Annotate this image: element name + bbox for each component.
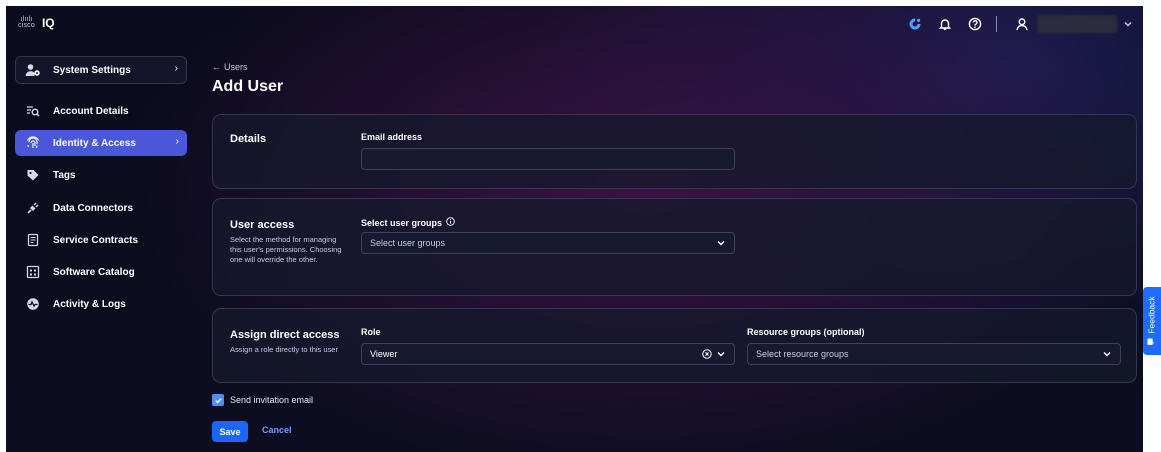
back-link-label: Users: [224, 62, 248, 72]
arrow-left-icon: ←: [212, 62, 221, 72]
feedback-label: Feedback: [1147, 296, 1157, 334]
sidebar-item-label: Identity & Access: [53, 137, 136, 149]
chevron-down-icon: [716, 238, 726, 250]
chevron-right-icon: ›: [175, 136, 179, 147]
divider: [996, 16, 997, 32]
user-groups-select[interactable]: Select user groups: [361, 232, 735, 254]
feedback-icon: [1147, 338, 1157, 346]
account-search-icon: [25, 103, 41, 119]
user-settings-icon: [25, 62, 41, 78]
help-icon[interactable]: [964, 13, 986, 35]
sidebar-item-data-connectors[interactable]: Data Connectors: [15, 195, 187, 221]
bell-icon[interactable]: [934, 13, 956, 35]
direct-access-card: Assign direct access Assign a role direc…: [212, 308, 1137, 383]
user-access-card: User access Select the method for managi…: [212, 198, 1137, 296]
contract-icon: [25, 232, 41, 248]
feedback-tab-content: Feedback: [1147, 296, 1157, 345]
tag-icon: [25, 167, 41, 183]
save-button[interactable]: Save: [212, 421, 248, 442]
chevron-right-icon: ›: [174, 63, 178, 74]
fingerprint-icon: [25, 135, 41, 151]
email-field[interactable]: [361, 148, 735, 170]
cancel-button[interactable]: Cancel: [262, 425, 292, 435]
clear-icon[interactable]: [702, 349, 712, 361]
top-bar-actions: [896, 13, 1143, 35]
sidebar-header-label: System Settings: [53, 64, 131, 76]
page-title: Add User: [212, 78, 284, 95]
cisco-logo: ılıılı cisco: [18, 16, 35, 29]
details-card: Details Email address: [212, 114, 1137, 189]
sidebar-item-label: Data Connectors: [53, 202, 134, 214]
sidebar-item-label: Activity & Logs: [53, 298, 126, 310]
resource-groups-label: Resource groups (optional): [747, 327, 865, 337]
top-bar: ılıılı cisco IQ: [6, 6, 1143, 40]
sidebar-item-identity-access[interactable]: Identity & Access ›: [15, 130, 187, 156]
resource-groups-select[interactable]: Select resource groups: [747, 343, 1121, 365]
send-invitation-label: Send invitation email: [230, 395, 314, 405]
direct-access-description: Assign a role directly to this user: [230, 345, 338, 354]
sidebar-item-label: Tags: [53, 169, 76, 181]
sidebar-item-label: Service Contracts: [53, 234, 139, 246]
sidebar-item-software-catalog[interactable]: Software Catalog: [15, 259, 187, 285]
app-window: ılıılı cisco IQ System Settings › Accoun…: [6, 6, 1143, 452]
user-access-description: Select the method for managing this user…: [230, 235, 342, 264]
catalog-icon: [25, 264, 41, 280]
sidebar-item-service-contracts[interactable]: Service Contracts: [15, 227, 187, 253]
direct-access-title: Assign direct access: [230, 329, 340, 341]
user-groups-label-text: Select user groups: [361, 217, 443, 228]
info-icon[interactable]: [446, 217, 455, 228]
role-value: Viewer: [370, 349, 398, 359]
user-access-title: User access: [230, 219, 295, 231]
status-icon[interactable]: [904, 13, 926, 35]
sidebar-item-label: Account Details: [53, 105, 129, 117]
feedback-tab[interactable]: Feedback: [1143, 287, 1161, 355]
resource-groups-placeholder: Select resource groups: [756, 349, 849, 359]
role-select[interactable]: Viewer: [361, 343, 735, 365]
chevron-down-icon: [716, 349, 726, 361]
user-groups-placeholder: Select user groups: [370, 238, 446, 248]
app-logo[interactable]: ılıılı cisco IQ: [18, 16, 55, 30]
sidebar-item-tags[interactable]: Tags: [15, 162, 187, 188]
activity-icon: [25, 296, 41, 312]
sidebar-item-label: Software Catalog: [53, 266, 135, 278]
send-invitation-row[interactable]: Send invitation email: [212, 394, 313, 406]
plug-icon: [25, 200, 41, 216]
chevron-down-icon: [1102, 349, 1112, 361]
details-title: Details: [230, 133, 267, 145]
sidebar-item-activity-logs[interactable]: Activity & Logs: [15, 291, 187, 317]
role-label: Role: [361, 327, 381, 337]
sidebar-item-account-details[interactable]: Account Details: [15, 98, 187, 124]
send-invitation-checkbox[interactable]: [212, 394, 224, 406]
sidebar-header-system-settings[interactable]: System Settings ›: [15, 56, 187, 84]
user-groups-label: Select user groups: [361, 217, 455, 228]
user-name-redacted[interactable]: [1037, 15, 1117, 33]
back-to-users-link[interactable]: ← Users: [212, 62, 248, 72]
app-name: IQ: [41, 16, 55, 30]
user-icon[interactable]: [1011, 13, 1033, 35]
chevron-down-icon[interactable]: [1117, 13, 1139, 35]
email-label: Email address: [361, 132, 423, 142]
